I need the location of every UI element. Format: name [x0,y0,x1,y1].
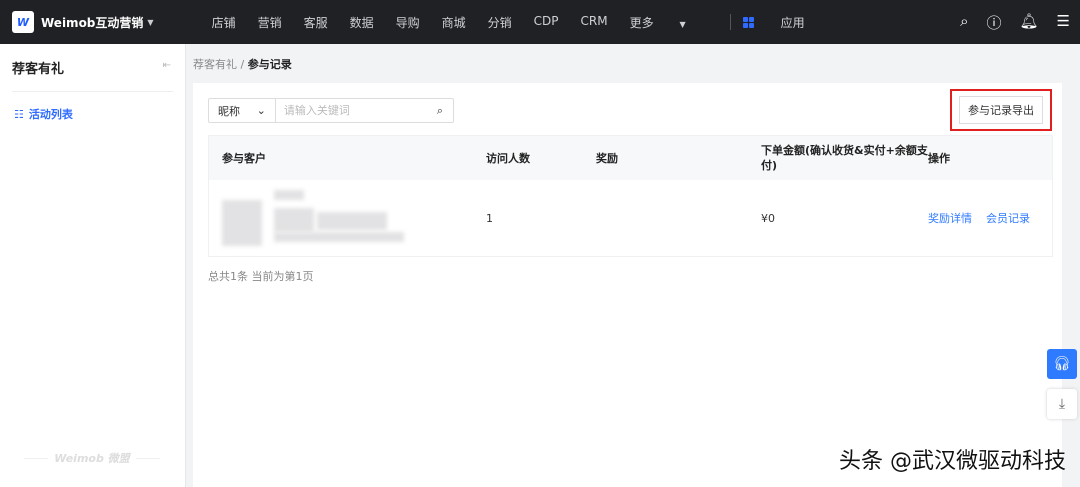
table-header: 参与客户 访问人数 奖励 下单金额(确认收货&实付+余额支付) 操作 [209,136,1052,180]
sidebar-title: 荐客有礼 [12,62,65,77]
header-actions: 操作 [928,152,950,165]
nav-cdp[interactable]: CDP [534,14,559,31]
nav-service[interactable]: 客服 [304,14,328,31]
search-bar: 昵称 ⌄ ⌕ [208,98,454,123]
export-records-button[interactable]: 参与记录导出 [959,96,1043,124]
list-icon: ☷ [14,107,24,121]
records-table: 参与客户 访问人数 奖励 下单金额(确认收货&实付+余额支付) 操作 1 ¥0 … [208,135,1053,257]
nav-mall[interactable]: 商城 [442,14,466,31]
header-reward: 奖励 [596,152,618,165]
pagination-summary: 总共1条 当前为第1页 [208,270,314,283]
nav-apps-label: 应用 [780,15,805,30]
content-card: 昵称 ⌄ ⌕ 参与记录导出 参与客户 访问人数 奖励 下单金额(确认收货&实付+余… [193,83,1062,487]
menu-icon[interactable]: ☰ [1057,12,1070,33]
nav-data[interactable]: 数据 [350,14,374,31]
search-icon[interactable]: ⌕ [960,12,968,33]
footer-logo-text: Weimob 微盟 [48,452,136,465]
top-nav-bar: W Weimob互动营销 ▼ 店铺 营销 客服 数据 导购 商城 分销 CDP C… [0,0,1080,44]
export-highlight: 参与记录导出 [950,89,1052,131]
blurred-customer-info [222,188,422,248]
nav-distribution[interactable]: 分销 [488,14,512,31]
caret-down-icon: ▼ [679,19,686,29]
search-field-value: 昵称 [218,104,240,118]
breadcrumb-parent[interactable]: 荐客有礼 [193,58,237,71]
reward-details-link[interactable]: 奖励详情 [928,212,972,225]
sidebar: 荐客有礼 ⇤ ☷ 活动列表 Weimob 微盟 [0,44,186,487]
download-button[interactable]: ⤓ [1047,389,1077,419]
sidebar-item-label: 活动列表 [28,108,73,121]
watermark: 头条 @武汉微驱动科技 [839,449,1066,474]
cell-actions: 奖励详情 会员记录 [928,210,1052,226]
nav-more[interactable]: 更多 ▼ [630,14,708,31]
nav-marketing[interactable]: 营销 [258,14,282,31]
nav-shop[interactable]: 店铺 [212,14,236,31]
support-headset-button[interactable]: 🎧︎ [1047,349,1077,379]
breadcrumb-sep: / [240,58,245,71]
chevron-down-icon: ⌄ [256,104,266,117]
nav-guide[interactable]: 导购 [396,14,420,31]
search-input[interactable] [275,104,437,117]
nav-crm[interactable]: CRM [581,14,608,31]
header-amount: 下单金额(确认收货&实付+余额支付) [761,144,928,172]
bell-icon[interactable]: 🔔︎ [1020,12,1039,33]
member-records-link[interactable]: 会员记录 [986,212,1030,225]
table-row: 1 ¥0 奖励详情 会员记录 [209,180,1052,256]
nav-divider [729,13,731,30]
caret-down-icon: ▼ [147,17,154,27]
brand-switcher[interactable]: Weimob互动营销 [41,14,143,31]
apps-icon [742,16,754,28]
search-field-select[interactable]: 昵称 ⌄ [209,99,276,122]
header-visits: 访问人数 [486,152,530,165]
sidebar-item-activity-list[interactable]: ☷ 活动列表 [14,106,185,122]
help-icon[interactable]: ⓘ [986,12,1001,33]
divider [12,91,173,92]
cell-customer [209,188,486,248]
cell-amount: ¥0 [761,211,775,225]
breadcrumb-current: 参与记录 [247,58,292,71]
footer-logo: Weimob 微盟 [24,452,160,465]
header-customer: 参与客户 [222,152,266,165]
nav-apps[interactable]: 应用 [742,14,827,31]
collapse-icon[interactable]: ⇤ [163,60,171,71]
search-icon[interactable]: ⌕ [437,104,453,118]
nav-more-label: 更多 [629,15,654,30]
breadcrumb: 荐客有礼 / 参与记录 [193,56,292,72]
cell-visits: 1 [486,211,493,225]
weimob-logo: W [12,11,34,33]
